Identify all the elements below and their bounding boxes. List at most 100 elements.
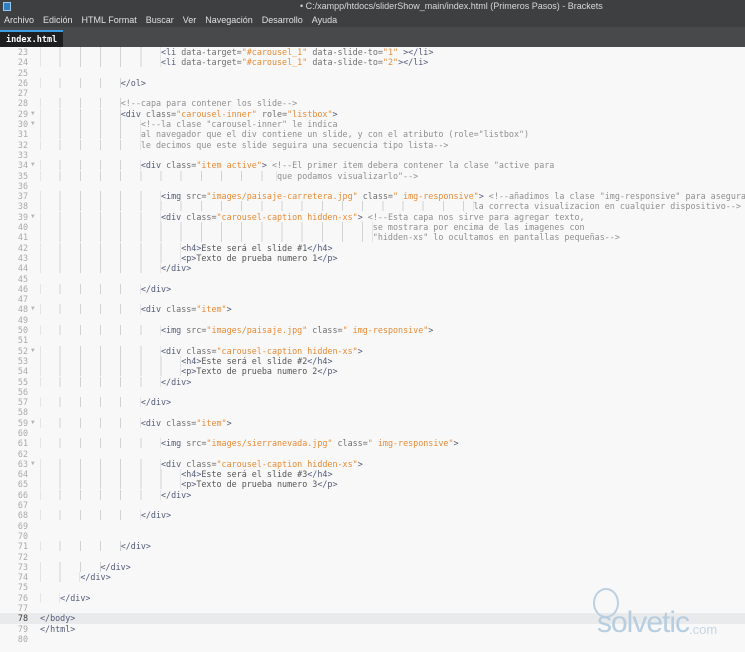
code-line[interactable]: 25	[0, 68, 745, 78]
fold-arrow-icon: ▼	[31, 346, 35, 354]
code-line[interactable]: 64 <h4>Este será el slide #3</h4>	[0, 469, 745, 480]
code-line[interactable]: 51	[0, 335, 745, 345]
code-line[interactable]: 73 </div>	[0, 561, 745, 572]
code-line[interactable]: 43 <p>Texto de prueba numero 1</p>	[0, 252, 745, 263]
code-text: se mostrara por encima de las imagenes c…	[40, 222, 585, 233]
code-attribute: class=	[186, 458, 217, 469]
code-string: "item"	[196, 304, 227, 315]
code-string: "carousel-caption hidden-xs"	[216, 211, 358, 222]
code-line[interactable]: 49	[0, 315, 745, 325]
menu-html-format[interactable]: HTML Format	[82, 13, 137, 27]
code-line[interactable]: 62	[0, 449, 745, 459]
code-line[interactable]: 32 le decimos que este slide seguira una…	[0, 139, 745, 150]
code-line[interactable]: 37 <img src="images/paisaje-carretera.jp…	[0, 191, 745, 202]
code-line[interactable]: 70	[0, 531, 745, 541]
code-line[interactable]: 41 "hidden-xs" lo ocultamos en pantallas…	[0, 232, 745, 243]
code-line[interactable]: 39 ▼ <div class="carousel-caption hidden-…	[0, 211, 745, 222]
tab-index-html[interactable]: index.html	[0, 30, 64, 47]
code-line[interactable]: 46 </div>	[0, 283, 745, 294]
code-line[interactable]: 40 se mostrara por encima de las imagene…	[0, 222, 745, 233]
code-line[interactable]: 63 ▼ <div class="carousel-caption hidden-…	[0, 458, 745, 469]
code-line[interactable]: 50 <img src="images/paisaje.jpg" class="…	[0, 325, 745, 336]
watermark-suffix: .com	[689, 622, 718, 637]
code-line[interactable]: 26 </ol>	[0, 77, 745, 88]
fold-arrow-icon: ▼	[31, 120, 35, 128]
code-tag: </div	[161, 263, 187, 274]
code-line[interactable]: 52 ▼ <div class="carousel-caption hidden-…	[0, 345, 745, 356]
line-number: 73	[17, 561, 28, 572]
menu-desarrollo[interactable]: Desarrollo	[262, 13, 303, 27]
code-comment: que podamos visualizarlo"-->	[276, 170, 419, 181]
code-attribute: data-target=	[181, 57, 242, 68]
code-line[interactable]: 29 ▼ <div class="carousel-inner" role="li…	[0, 108, 745, 119]
code-line[interactable]: 72	[0, 552, 745, 562]
code-string: "#carousel_1"	[241, 47, 308, 57]
menu-edicion[interactable]: Edición	[43, 13, 73, 27]
code-line[interactable]: 67	[0, 500, 745, 510]
indent-guides	[40, 98, 121, 109]
indent-guides	[40, 139, 141, 150]
code-attribute: src=	[186, 191, 207, 202]
menu-navegacion[interactable]: Navegación	[205, 13, 253, 27]
menu-ver[interactable]: Ver	[183, 13, 197, 27]
line-number: 39	[17, 211, 28, 222]
line-number: 36	[17, 180, 28, 191]
code-text: </div>	[40, 263, 191, 274]
code-text: <div class="item">	[40, 417, 232, 428]
indent-guides	[40, 489, 162, 500]
code-editor[interactable]: 23 <li data-target="#carousel_1" data-sl…	[0, 47, 745, 652]
code-line[interactable]: 59 ▼ <div class="item">	[0, 417, 745, 428]
code-line[interactable]: 60	[0, 428, 745, 438]
code-line[interactable]: 31 al navegador que el div contiene un s…	[0, 129, 745, 140]
code-line[interactable]: 68 </div>	[0, 510, 745, 521]
code-line[interactable]: 54 <p>Texto de prueba numero 2</p>	[0, 366, 745, 377]
code-line[interactable]: 42 <h4>Este será el slide #1</h4>	[0, 242, 745, 253]
code-line[interactable]: 71 </div>	[0, 541, 745, 552]
code-line[interactable]: 27	[0, 88, 745, 98]
code-line[interactable]: 45	[0, 274, 745, 284]
code-line[interactable]: 61 <img src="images/sierranevada.jpg" cl…	[0, 438, 745, 449]
code-line[interactable]: 56	[0, 387, 745, 397]
menu-buscar[interactable]: Buscar	[146, 13, 174, 27]
fold-arrow-icon: ▼	[31, 418, 35, 426]
code-text: </div>	[40, 592, 90, 603]
code-string: " img-responsive"	[342, 325, 429, 336]
code-line[interactable]: 74 </div>	[0, 572, 745, 583]
code-line[interactable]: 28 <!--capa para contener los slide-->	[0, 98, 745, 109]
code-line[interactable]: 44 </div>	[0, 263, 745, 274]
line-number: 51	[17, 335, 28, 346]
code-line[interactable]: 48 ▼ <div class="item">	[0, 304, 745, 315]
code-line[interactable]: 66 </div>	[0, 489, 745, 500]
code-line[interactable]: 65 <p>Texto de prueba numero 3</p>	[0, 479, 745, 490]
code-tag: <p	[181, 366, 192, 377]
window-title: • C:/xampp/htdocs/sliderShow_main/index.…	[300, 1, 603, 11]
code-line[interactable]: 57 </div>	[0, 397, 745, 408]
code-line[interactable]: 33	[0, 150, 745, 160]
line-number: 70	[17, 530, 28, 541]
code-tag: <h4	[181, 469, 197, 480]
code-line[interactable]: 53 <h4>Este será el slide #2</h4>	[0, 355, 745, 366]
code-line[interactable]: 47	[0, 294, 745, 304]
code-line[interactable]: 69	[0, 521, 745, 531]
code-line[interactable]: 24 <li data-target="#carousel_1" data-sl…	[0, 57, 745, 68]
code-line[interactable]: 55 </div>	[0, 376, 745, 387]
code-line[interactable]: 58	[0, 407, 745, 417]
menu-archivo[interactable]: Archivo	[4, 13, 34, 27]
code-attribute: class=	[186, 211, 217, 222]
code-tag: </div	[161, 376, 187, 387]
code-attribute: class=	[166, 417, 197, 428]
code-tag: <div	[161, 458, 182, 469]
code-line[interactable]: 36	[0, 181, 745, 191]
line-number: 43	[17, 252, 28, 263]
code-text: </ol>	[40, 77, 146, 88]
code-line[interactable]: 30 ▼ <!--la clase "carousel-inner" le ind…	[0, 119, 745, 130]
code-text-token: Texto de prueba numero 2	[196, 366, 318, 377]
code-line[interactable]: 35 que podamos visualizarlo"-->	[0, 170, 745, 181]
code-line[interactable]: 34 ▼ <div class="item active"> <!--El pri…	[0, 160, 745, 171]
code-line[interactable]: 23 <li data-target="#carousel_1" data-sl…	[0, 47, 745, 57]
indent-guides	[40, 242, 182, 253]
indent-guides	[40, 160, 141, 171]
code-line[interactable]: 38 la correcta visualizacion en cualquie…	[0, 201, 745, 212]
code-tag: >	[332, 252, 338, 263]
menu-ayuda[interactable]: Ayuda	[312, 13, 337, 27]
